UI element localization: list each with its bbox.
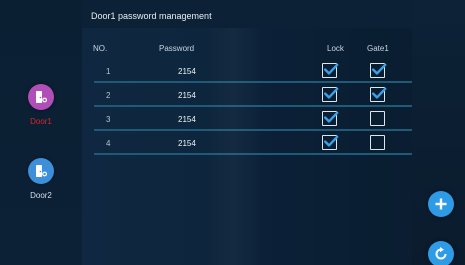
- row-divider: [94, 81, 412, 83]
- gate-checkbox[interactable]: [370, 63, 387, 78]
- header-lock: Lock: [327, 44, 344, 53]
- row-password: 2154: [178, 115, 196, 124]
- row-number: 1: [106, 67, 111, 76]
- header-gate: Gate1: [367, 44, 389, 53]
- page-title: Door1 password management: [91, 11, 212, 21]
- plus-icon: [435, 198, 447, 210]
- header-no: NO.: [93, 44, 108, 53]
- door-badge-icon: [28, 158, 54, 184]
- row-number: 4: [106, 139, 111, 148]
- row-divider: [94, 153, 412, 155]
- row-divider: [94, 129, 412, 131]
- lock-checkbox[interactable]: [322, 63, 339, 78]
- password-panel: Door1 password management NO. Password L…: [82, 0, 412, 265]
- table-row[interactable]: 2 2154: [82, 84, 412, 107]
- row-password: 2154: [178, 139, 196, 148]
- lock-checkbox[interactable]: [322, 87, 339, 102]
- refresh-icon: [435, 247, 447, 260]
- door2-label: Door2: [30, 191, 52, 200]
- door1-label: Door1: [30, 117, 52, 126]
- door1-button[interactable]: Door1: [11, 84, 71, 126]
- row-divider: [94, 105, 412, 107]
- screen: Door1 Door2 Door1 password management NO…: [0, 0, 465, 265]
- gate-checkbox[interactable]: [370, 87, 387, 102]
- refresh-button[interactable]: [428, 241, 454, 265]
- table-row[interactable]: 1 2154: [82, 60, 412, 83]
- row-number: 3: [106, 115, 111, 124]
- header-password: Password: [159, 44, 195, 53]
- door-sidebar: Door1 Door2: [0, 0, 82, 265]
- row-password: 2154: [178, 91, 196, 100]
- table-row[interactable]: 3 2154: [82, 108, 412, 131]
- title-bar: Door1 password management: [82, 0, 412, 28]
- table-row[interactable]: 4 2154: [82, 132, 412, 155]
- door2-button[interactable]: Door2: [11, 158, 71, 200]
- add-password-button[interactable]: [428, 191, 454, 217]
- row-password: 2154: [178, 67, 196, 76]
- lock-checkbox[interactable]: [322, 135, 339, 150]
- lock-checkbox[interactable]: [322, 111, 339, 126]
- gate-checkbox[interactable]: [370, 111, 385, 126]
- row-number: 2: [106, 91, 111, 100]
- door-badge-icon: [28, 84, 54, 110]
- gate-checkbox[interactable]: [370, 135, 385, 150]
